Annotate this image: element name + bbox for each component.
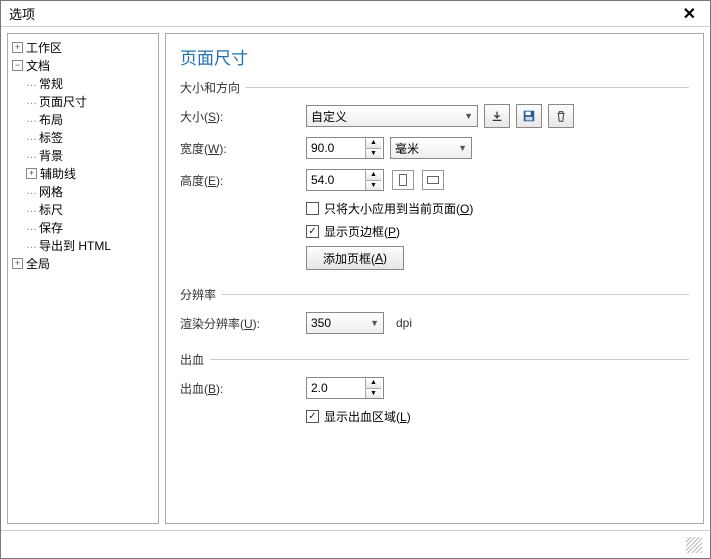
- statusbar: [1, 530, 710, 558]
- tree-label: 导出到 HTML: [39, 237, 111, 254]
- resize-grip-icon[interactable]: [686, 537, 702, 553]
- tree-item-rulers[interactable]: …标尺: [10, 200, 156, 218]
- panel-heading: 页面尺寸: [180, 44, 689, 69]
- width-field[interactable]: [307, 138, 365, 158]
- tree-item-general[interactable]: …常规: [10, 74, 156, 92]
- label-size: 大小(S):: [180, 108, 306, 125]
- section-size-orientation: 大小和方向: [180, 79, 689, 96]
- tree-label: 常规: [39, 75, 63, 92]
- section-resolution: 分辨率: [180, 286, 689, 303]
- resolution-select[interactable]: 350 ▼: [306, 312, 384, 334]
- tree-label: 页面尺寸: [39, 93, 87, 110]
- tree-label: 文档: [26, 57, 50, 74]
- titlebar: 选项 ✕: [1, 1, 710, 27]
- spin-down[interactable]: ▼: [366, 389, 381, 399]
- spin-up[interactable]: ▲: [366, 378, 381, 389]
- tree-item-document[interactable]: − 文档: [10, 56, 156, 74]
- label-show-border: 显示页边框(P): [324, 223, 400, 240]
- chevron-down-icon: ▼: [464, 111, 473, 121]
- tree-label: 背景: [39, 147, 63, 164]
- resolution-unit: dpi: [396, 316, 412, 330]
- expand-icon[interactable]: +: [26, 168, 37, 179]
- window-title: 选项: [9, 4, 677, 23]
- checkbox-apply-current[interactable]: [306, 202, 319, 215]
- settings-panel: 页面尺寸 大小和方向 大小(S): 自定义 ▼: [165, 33, 704, 524]
- checkbox-show-bleed[interactable]: ✓: [306, 410, 319, 423]
- collapse-icon[interactable]: −: [12, 60, 23, 71]
- size-value: 自定义: [311, 108, 347, 125]
- add-page-frame-button[interactable]: 添加页框(A): [306, 246, 404, 270]
- tree-item-tags[interactable]: …标签: [10, 128, 156, 146]
- orientation-portrait-button[interactable]: [392, 170, 414, 190]
- delete-preset-button[interactable]: [548, 104, 574, 128]
- section-bleed: 出血: [180, 351, 689, 368]
- spin-down[interactable]: ▼: [366, 181, 381, 191]
- chevron-down-icon: ▼: [370, 318, 379, 328]
- spin-up[interactable]: ▲: [366, 138, 381, 149]
- bleed-field[interactable]: [307, 378, 365, 398]
- tree-label: 布局: [39, 111, 63, 128]
- tree-item-background[interactable]: …背景: [10, 146, 156, 164]
- tree-label: 全局: [26, 255, 50, 272]
- height-field[interactable]: [307, 170, 365, 190]
- resolution-value: 350: [311, 316, 331, 330]
- spin-up[interactable]: ▲: [366, 170, 381, 181]
- save-preset-button[interactable]: [516, 104, 542, 128]
- size-select[interactable]: 自定义 ▼: [306, 105, 478, 127]
- tree-label: 辅助线: [40, 165, 76, 182]
- label-width: 宽度(W):: [180, 140, 306, 157]
- close-button[interactable]: ✕: [677, 4, 702, 24]
- label-bleed: 出血(B):: [180, 380, 306, 397]
- options-tree: + 工作区 − 文档 …常规 …页面尺寸 …布局 …标签 …背景 +辅助线 …网…: [7, 33, 159, 524]
- width-input[interactable]: ▲▼: [306, 137, 384, 159]
- tree-label: 标签: [39, 129, 63, 146]
- tree-label: 网格: [39, 183, 63, 200]
- orientation-landscape-button[interactable]: [422, 170, 444, 190]
- tree-item-guides[interactable]: +辅助线: [10, 164, 156, 182]
- chevron-down-icon: ▼: [458, 143, 467, 153]
- landscape-icon: [427, 176, 439, 184]
- tree-item-global[interactable]: + 全局: [10, 254, 156, 272]
- tree-item-workspace[interactable]: + 工作区: [10, 38, 156, 56]
- tree-item-exporthtml[interactable]: …导出到 HTML: [10, 236, 156, 254]
- tree-item-save[interactable]: …保存: [10, 218, 156, 236]
- tree-item-layout[interactable]: …布局: [10, 110, 156, 128]
- label-render-resolution: 渲染分辨率(U):: [180, 315, 306, 332]
- portrait-icon: [399, 174, 407, 186]
- import-preset-button[interactable]: [484, 104, 510, 128]
- label-apply-current: 只将大小应用到当前页面(O): [324, 200, 473, 217]
- unit-value: 毫米: [395, 140, 419, 157]
- unit-select[interactable]: 毫米 ▼: [390, 137, 472, 159]
- expand-icon[interactable]: +: [12, 258, 23, 269]
- tree-label: 标尺: [39, 201, 63, 218]
- expand-icon[interactable]: +: [12, 42, 23, 53]
- tree-label: 工作区: [26, 39, 62, 56]
- bleed-input[interactable]: ▲▼: [306, 377, 384, 399]
- tree-item-pagesize[interactable]: …页面尺寸: [10, 92, 156, 110]
- height-input[interactable]: ▲▼: [306, 169, 384, 191]
- spin-down[interactable]: ▼: [366, 149, 381, 159]
- tree-label: 保存: [39, 219, 63, 236]
- tree-item-grid[interactable]: …网格: [10, 182, 156, 200]
- checkbox-show-border[interactable]: ✓: [306, 225, 319, 238]
- label-show-bleed: 显示出血区域(L): [324, 408, 411, 425]
- label-height: 高度(E):: [180, 172, 306, 189]
